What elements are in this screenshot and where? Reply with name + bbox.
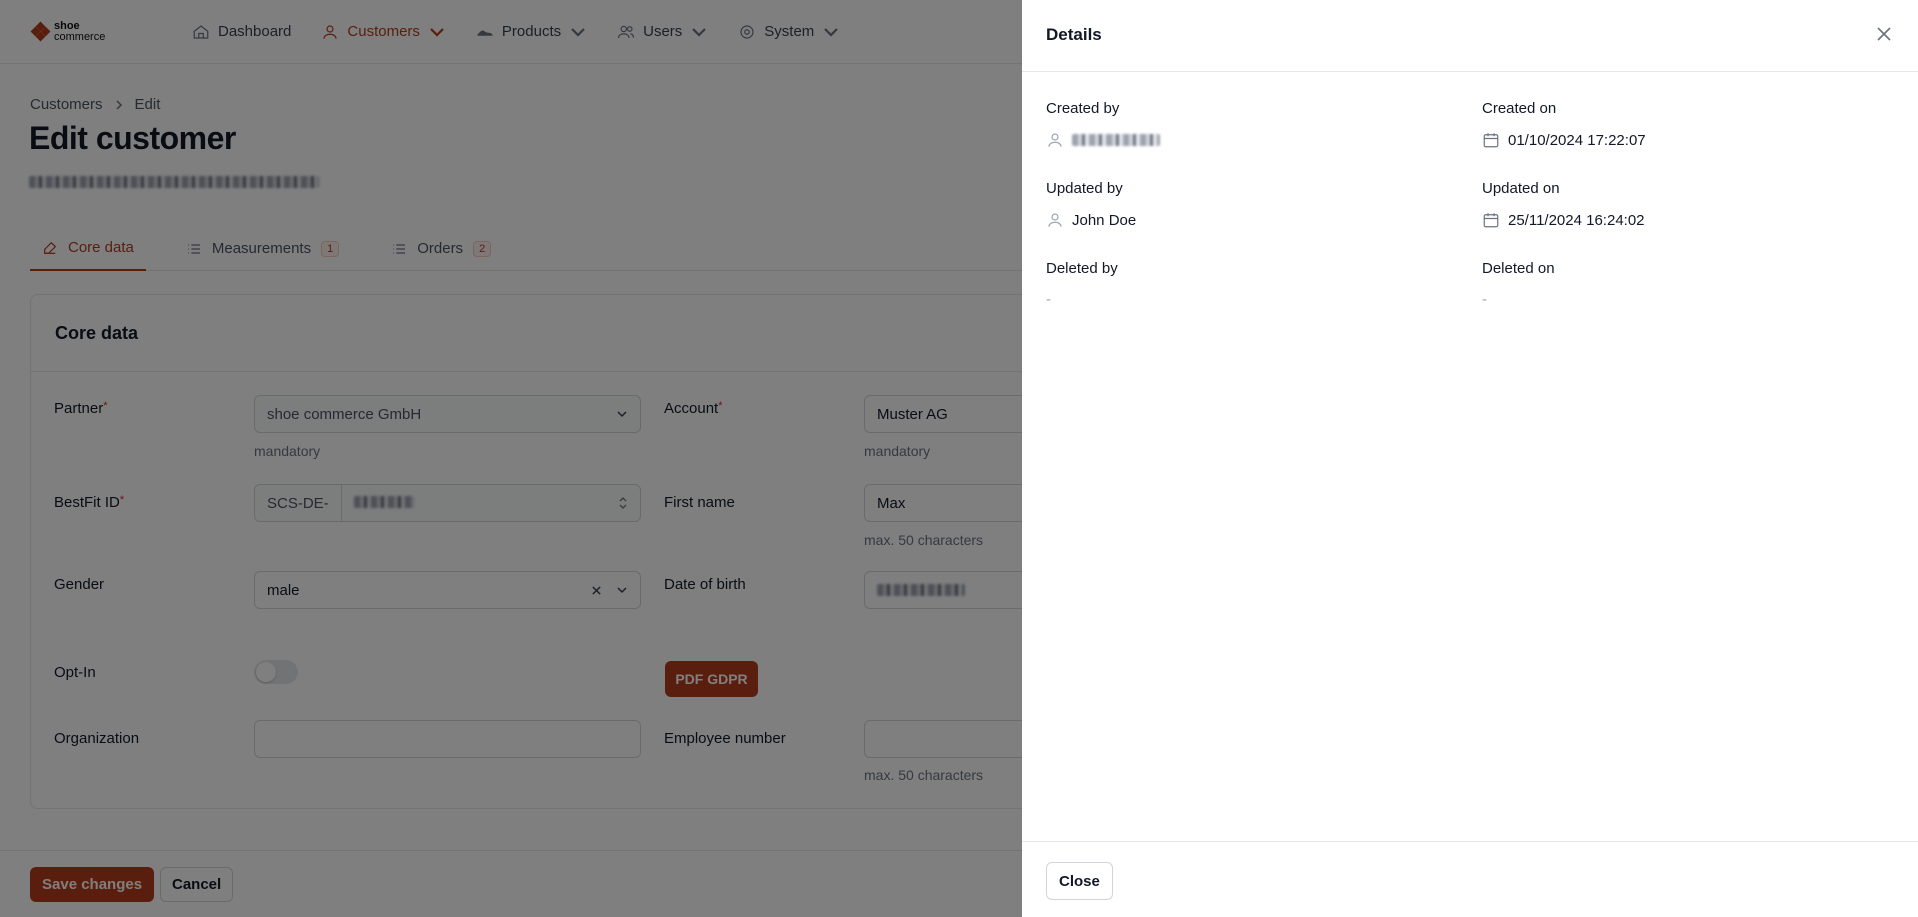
close-button[interactable]: Close [1046, 862, 1113, 900]
drawer-title: Details [1046, 25, 1102, 44]
drawer-header: Details [1022, 0, 1918, 72]
created-on-label: Created on [1482, 100, 1557, 117]
created-on-text: 01/10/2024 17:22:07 [1508, 131, 1646, 149]
updated-on-label: Updated on [1482, 180, 1560, 197]
calendar-icon [1483, 133, 1499, 148]
close-icon[interactable] [1874, 24, 1894, 44]
updated-on-text: 25/11/2024 16:24:02 [1508, 211, 1645, 229]
deleted-by-label: Deleted by [1046, 260, 1118, 277]
details-drawer: Details Created by Created on 01/10/2024… [1022, 0, 1918, 917]
drawer-footer: Close [1022, 841, 1918, 917]
created-by-redacted [1072, 134, 1160, 146]
updated-by-value: John Doe [1046, 211, 1136, 229]
user-icon [1048, 133, 1062, 147]
updated-on-value: 25/11/2024 16:24:02 [1482, 211, 1645, 229]
created-on-value: 01/10/2024 17:22:07 [1482, 131, 1646, 149]
updated-by-text: John Doe [1072, 211, 1137, 229]
created-by-label: Created by [1046, 100, 1120, 117]
calendar-icon [1483, 213, 1499, 228]
created-by-value [1046, 131, 1160, 149]
updated-by-label: Updated by [1046, 180, 1123, 197]
deleted-on-label: Deleted on [1482, 260, 1555, 277]
deleted-on-value: - [1482, 291, 1487, 308]
user-icon [1048, 213, 1062, 227]
deleted-by-value: - [1046, 291, 1051, 308]
